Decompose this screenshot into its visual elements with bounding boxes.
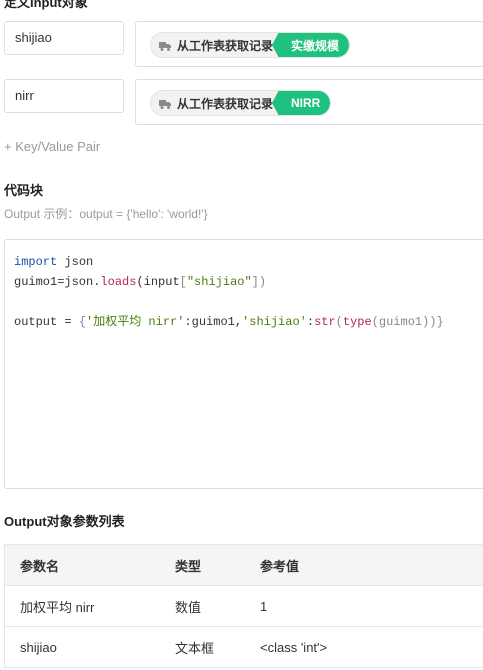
input-value-field-1[interactable]: 从工作表获取记录 实缴规模 bbox=[135, 21, 483, 67]
code-token: 'shijiao' bbox=[242, 315, 307, 329]
code-token: { bbox=[78, 315, 87, 329]
reference-value-cell: 1 bbox=[260, 598, 268, 614]
code-line-3: output = {'加权平均 nirr':guimo1,'shijiao':s… bbox=[14, 312, 483, 332]
code-token: import bbox=[14, 255, 58, 269]
code-line-1: import json bbox=[14, 252, 483, 272]
param-name-cell: shijiao bbox=[20, 639, 57, 655]
reference-value-cell: <class 'int'> bbox=[260, 639, 328, 655]
header-param-name: 参数名 bbox=[20, 558, 60, 574]
source-chip-1[interactable]: 从工作表获取记录 实缴规模 bbox=[150, 32, 351, 58]
field-tag: NIRR bbox=[271, 91, 331, 115]
code-token: : bbox=[306, 315, 315, 329]
code-token: (guimo1)) bbox=[371, 315, 437, 329]
output-params-table: 参数名 类型 参考值 加权平均 nirr 数值 1 shijiao 文本框 <c… bbox=[4, 544, 483, 668]
code-token: } bbox=[436, 315, 444, 329]
chip-label: 从工作表获取记录 bbox=[177, 38, 274, 53]
type-cell: 文本框 bbox=[175, 640, 215, 656]
define-input-title: 定义Input对象 bbox=[4, 0, 88, 10]
code-token: json bbox=[57, 255, 94, 269]
output-params-title: Output对象参数列表 bbox=[4, 514, 125, 529]
output-example-hint: Output 示例：output = {'hello': 'world!'} bbox=[4, 207, 208, 221]
type-cell: 数值 bbox=[175, 599, 202, 615]
input-value-field-2[interactable]: 从工作表获取记录 NIRR bbox=[135, 79, 483, 125]
code-editor[interactable]: import json guimo1=json.loads(input["shi… bbox=[4, 239, 483, 489]
chip-label: 从工作表获取记录 bbox=[177, 96, 274, 111]
code-token: :guimo1, bbox=[184, 315, 243, 329]
truck-icon bbox=[159, 40, 171, 51]
code-line-2: guimo1=json.loads(input["shijiao"]) bbox=[14, 272, 483, 292]
code-token: ]) bbox=[251, 275, 267, 289]
table-header-row: 参数名 类型 参考值 bbox=[5, 545, 483, 586]
truck-icon bbox=[159, 98, 171, 109]
code-token: loads bbox=[100, 275, 137, 289]
code-block-title: 代码块 bbox=[4, 183, 44, 198]
param-name-cell: 加权平均 nirr bbox=[20, 599, 95, 615]
input-key-field-1[interactable]: shijiao bbox=[4, 21, 124, 55]
header-reference-value: 参考值 bbox=[260, 558, 300, 574]
code-token: guimo1=json. bbox=[14, 275, 101, 289]
table-row: shijiao 文本框 <class 'int'> bbox=[5, 627, 483, 667]
add-key-value-pair-link[interactable]: + Key/Value Pair bbox=[4, 139, 100, 154]
field-tag: 实缴规模 bbox=[272, 33, 350, 57]
input-key-field-2[interactable]: nirr bbox=[4, 79, 124, 113]
code-token: type bbox=[342, 315, 372, 329]
code-token: [ bbox=[179, 275, 187, 289]
code-token: (input bbox=[136, 275, 180, 289]
code-token: ( bbox=[335, 315, 343, 329]
code-token: output = bbox=[14, 315, 79, 329]
header-type: 类型 bbox=[175, 558, 202, 574]
source-chip-2[interactable]: 从工作表获取记录 NIRR bbox=[150, 90, 332, 116]
code-token: '加权平均 nirr' bbox=[86, 315, 185, 329]
table-row: 加权平均 nirr 数值 1 bbox=[5, 586, 483, 627]
code-token: "shijiao" bbox=[186, 275, 252, 289]
code-token: str bbox=[314, 315, 336, 329]
